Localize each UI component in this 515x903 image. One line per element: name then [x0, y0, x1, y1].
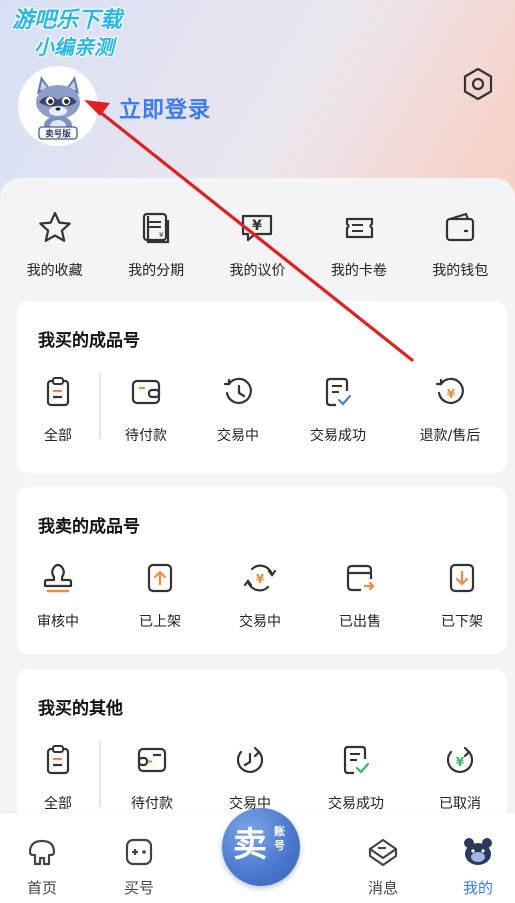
refund-icon: ¥: [435, 377, 464, 404]
yen-cycle-icon: ¥: [243, 564, 277, 592]
tab-label: 我的: [462, 879, 493, 897]
quick-link-favorites[interactable]: 我的收藏: [7, 206, 102, 286]
other-status-all[interactable]: 全部: [13, 741, 103, 813]
wallet-pay-icon: [131, 379, 161, 405]
avatar[interactable]: 卖号版: [18, 66, 98, 146]
clock-icon: [223, 377, 252, 404]
quick-link-coupons[interactable]: 我的卡卷: [311, 206, 406, 286]
status-label: 交易成功: [310, 428, 366, 444]
tab-home[interactable]: 首页: [7, 835, 77, 898]
quick-links-row: 我的收藏 ¥ 我的分期 ¥ 我的议价 我的卡卷 我的钱包: [0, 206, 515, 286]
bargain-icon: ¥: [242, 214, 273, 242]
other-status-in-trade[interactable]: 交易中: [205, 741, 295, 813]
card-buy-finished: 我买的成品号 全部 待付款 交易中 交易成功 ¥ 退款/售后: [17, 301, 507, 473]
tab-label: 首页: [26, 879, 57, 897]
order-status-row: 全部 待付款 交易中 交易成功 ¥ 退款/售后: [17, 373, 507, 453]
card-sell-finished: 我卖的成品号 审核中 已上架 ¥ 交易中 已出售 已下架: [17, 487, 507, 654]
status-label: 交易成功: [328, 796, 384, 812]
settings-icon[interactable]: [460, 66, 496, 102]
watermark-line1: 游吧乐下载: [12, 8, 123, 33]
login-link[interactable]: 立即登录: [119, 92, 211, 124]
status-label: 全部: [44, 796, 72, 812]
coupon-icon: [345, 217, 373, 239]
doc-check-icon: [325, 377, 352, 407]
svg-text:¥: ¥: [253, 218, 263, 234]
bear-face-icon: [464, 838, 492, 865]
gamepad-icon: [125, 838, 153, 866]
status-trade-success[interactable]: 交易成功: [293, 373, 383, 445]
quick-link-installments[interactable]: ¥ 我的分期: [109, 206, 204, 286]
home-icon: [28, 839, 56, 866]
status-label: 已取消: [439, 796, 481, 812]
quick-link-label: 我的分期: [128, 263, 185, 279]
status-delisted[interactable]: 已下架: [417, 559, 507, 631]
svg-text:¥: ¥: [159, 231, 164, 239]
clipboard-icon: [46, 377, 70, 407]
svg-text:¥: ¥: [447, 387, 456, 401]
status-label: 待付款: [131, 796, 173, 812]
card-title: 我买的其他: [38, 699, 123, 719]
watermark: 游吧乐下载 小编亲测: [12, 8, 122, 60]
card-title: 我买的成品号: [38, 331, 140, 351]
sell-sub-label: 账号: [274, 825, 285, 852]
status-label: 交易中: [239, 614, 281, 630]
status-label: 已上架: [139, 614, 181, 630]
svg-text:卖号版: 卖号版: [45, 129, 71, 140]
status-label: 已出售: [339, 614, 381, 630]
wallet-icon: [446, 212, 475, 242]
status-label: 退款/售后: [419, 428, 481, 444]
tab-buy[interactable]: 买号: [104, 835, 174, 898]
quick-link-label: 我的收藏: [26, 263, 83, 279]
tab-label: 消息: [367, 879, 398, 897]
quick-link-label: 我的卡卷: [330, 263, 387, 279]
divider: [99, 741, 101, 807]
other-status-pending-payment[interactable]: 待付款: [107, 741, 197, 813]
card-title: 我卖的成品号: [38, 517, 140, 537]
up-shelf-icon: [147, 563, 173, 593]
stamp-icon: [43, 563, 73, 593]
quick-link-bargain[interactable]: ¥ 我的议价: [210, 206, 305, 286]
status-selling[interactable]: ¥ 交易中: [215, 559, 305, 631]
sell-main-label: 卖: [233, 825, 267, 865]
status-pending-payment[interactable]: 待付款: [101, 373, 191, 445]
sell-status-row: 审核中 已上架 ¥ 交易中 已出售 已下架: [17, 559, 507, 639]
status-in-trade[interactable]: 交易中: [193, 373, 283, 445]
sold-icon: [346, 564, 375, 592]
status-label: 交易中: [217, 428, 259, 444]
status-label: 审核中: [37, 614, 79, 630]
clock-icon: [236, 746, 264, 774]
cancel-icon: ¥: [446, 746, 474, 774]
installment-icon: ¥: [142, 212, 170, 244]
status-label: 待付款: [125, 428, 167, 444]
status-refund-aftersale[interactable]: ¥ 退款/售后: [405, 373, 495, 445]
message-icon: [368, 838, 398, 867]
sell-account-button[interactable]: 卖 账号: [222, 808, 300, 886]
doc-check-icon: [343, 745, 370, 775]
tab-label: 买号: [123, 879, 154, 897]
down-shelf-icon: [449, 563, 475, 593]
clipboard-icon: [46, 745, 70, 775]
status-listed[interactable]: 已上架: [115, 559, 205, 631]
wallet-pay-icon: [137, 747, 167, 773]
svg-text:¥: ¥: [456, 755, 465, 769]
tab-messages[interactable]: 消息: [348, 835, 418, 898]
raccoon-mascot-icon: 卖号版: [36, 76, 80, 140]
other-status-trade-success[interactable]: 交易成功: [311, 741, 401, 813]
card-buy-other: 我买的其他 全部 待付款 交易中 交易成功 ¥ 已取消: [17, 669, 507, 829]
watermark-line2: 小编亲测: [34, 35, 114, 59]
status-sold[interactable]: 已出售: [315, 559, 405, 631]
status-label: 已下架: [441, 614, 483, 630]
quick-link-label: 我的议价: [229, 263, 286, 279]
svg-text:¥: ¥: [256, 572, 265, 586]
quick-link-wallet[interactable]: 我的钱包: [413, 206, 508, 286]
tab-mine[interactable]: 我的: [443, 835, 513, 898]
status-under-review[interactable]: 审核中: [13, 559, 103, 631]
star-icon: [38, 211, 71, 242]
quick-link-label: 我的钱包: [432, 263, 489, 279]
status-label: 全部: [44, 428, 72, 444]
other-status-cancelled[interactable]: ¥ 已取消: [415, 741, 505, 813]
status-all[interactable]: 全部: [13, 373, 103, 445]
